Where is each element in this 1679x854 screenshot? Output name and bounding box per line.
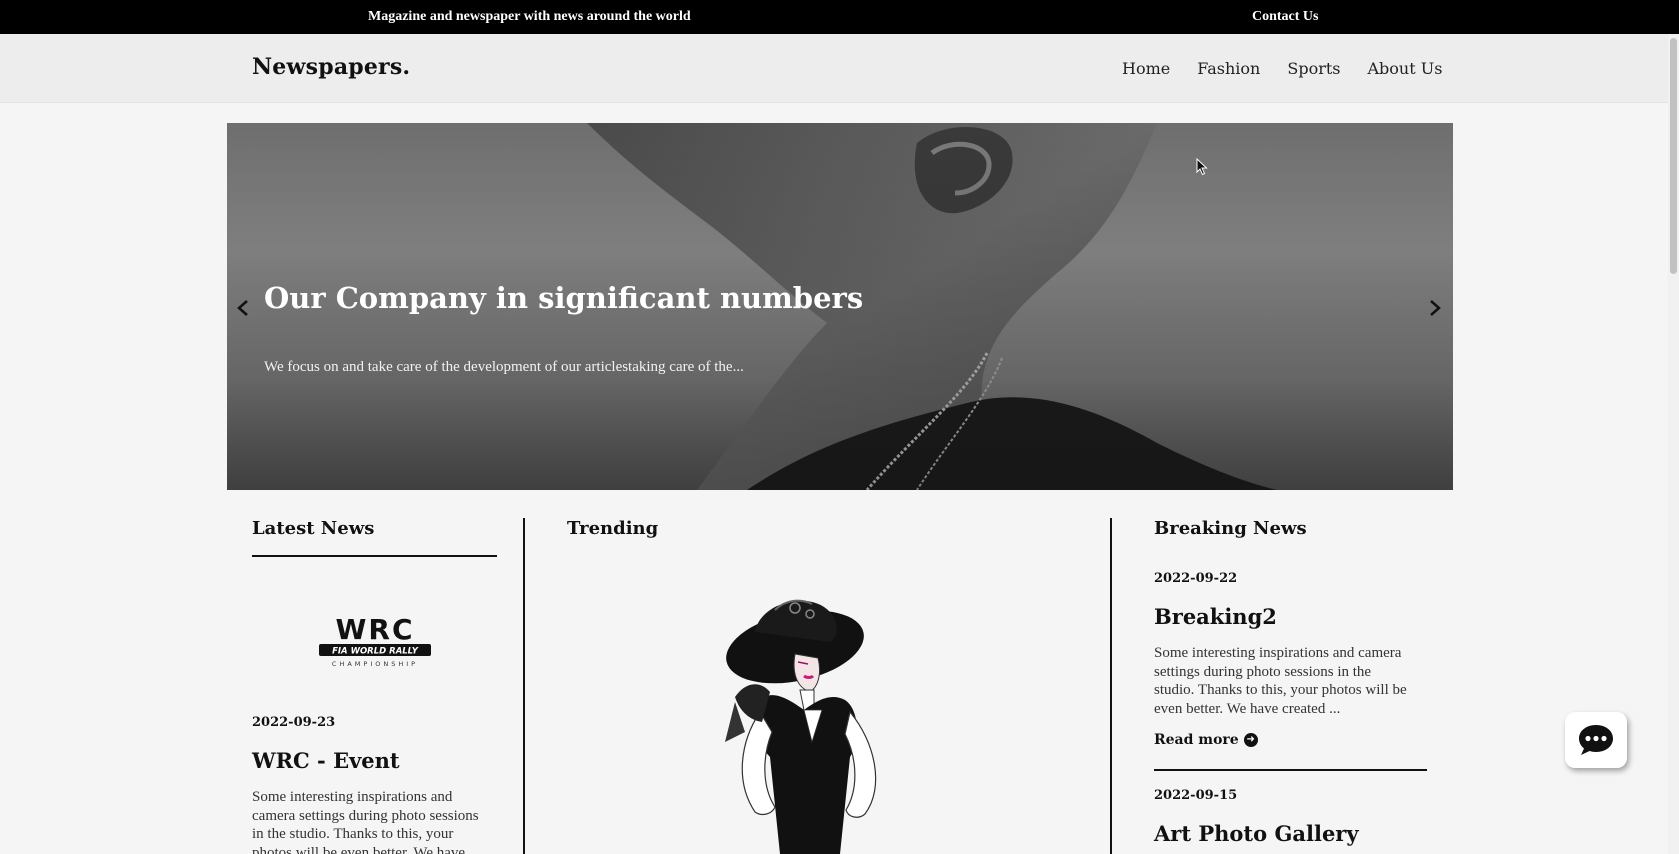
latest-news-date: 2022-09-23 — [252, 715, 336, 730]
hero-subtitle: We focus on and take care of the develop… — [264, 359, 744, 375]
column-divider-right — [1110, 518, 1112, 854]
nav-sports[interactable]: Sports — [1287, 59, 1340, 78]
wrc-logo-line2: CHAMPIONSHIP — [332, 660, 418, 668]
chevron-left-icon — [237, 300, 248, 316]
excerpt-line: settings during photo sessions in the — [1154, 663, 1372, 680]
latest-news-excerpt: Some interesting inspirations and camera… — [252, 788, 502, 854]
contact-us-link[interactable]: Contact Us — [1252, 9, 1319, 25]
excerpt-line: in the studio. Thanks to this, your — [252, 826, 454, 842]
scrollbar-thumb[interactable] — [1670, 38, 1677, 274]
top-bar: Magazine and newspaper with news around … — [0, 0, 1679, 34]
latest-news-title[interactable]: WRC - Event — [252, 748, 400, 773]
main-nav: Home Fashion Sports About Us — [1122, 59, 1469, 78]
breaking-item-excerpt: Some interesting inspirations and camera… — [1154, 644, 1434, 718]
read-more-label: Read more — [1154, 732, 1239, 748]
site-header: Newspapers. Home Fashion Sports About Us — [0, 34, 1668, 103]
arrow-circle-right-icon: ➜ — [1243, 733, 1258, 747]
chat-button[interactable] — [1565, 712, 1627, 768]
nav-home[interactable]: Home — [1122, 59, 1170, 78]
breaking-item-date: 2022-09-22 — [1154, 571, 1238, 586]
trending-fashion-image[interactable] — [700, 592, 920, 854]
page-scrollbar[interactable] — [1668, 34, 1679, 854]
wrc-logo-line1: FIA WORLD RALLY — [332, 647, 419, 657]
nav-fashion[interactable]: Fashion — [1197, 59, 1260, 78]
wrc-logo-text: WRC — [336, 615, 415, 646]
hero-title: Our Company in significant numbers — [264, 281, 864, 315]
trending-heading: Trending — [567, 518, 659, 539]
excerpt-line: camera settings during photo sessions — [252, 807, 479, 824]
wrc-logo-image[interactable]: WRC FIA WORLD RALLY CHAMPIONSHIP — [315, 615, 435, 671]
latest-news-rule — [252, 555, 497, 557]
breaking-item-rule — [1154, 769, 1427, 771]
read-more-link[interactable]: Read more ➜ — [1154, 732, 1258, 748]
nav-about-us[interactable]: About Us — [1367, 59, 1442, 78]
excerpt-line: even better. We have created ... — [1154, 700, 1341, 717]
carousel-next-button[interactable] — [1423, 293, 1447, 323]
excerpt-line: Some interesting inspirations and camera — [1154, 645, 1402, 661]
carousel-prev-button[interactable] — [231, 293, 255, 323]
excerpt-line: Some interesting inspirations and — [252, 789, 453, 805]
column-divider-left — [523, 518, 525, 854]
breaking-news-heading: Breaking News — [1154, 518, 1307, 539]
excerpt-line: studio. Thanks to this, your photos will… — [1154, 682, 1407, 698]
tagline: Magazine and newspaper with news around … — [368, 9, 691, 24]
mouse-cursor-icon — [1196, 158, 1208, 176]
chevron-right-icon — [1430, 300, 1441, 316]
chat-bubble-icon — [1579, 725, 1613, 755]
breaking-item-title[interactable]: Breaking2 — [1154, 604, 1277, 629]
excerpt-line: photos will be even better. We have — [252, 844, 466, 854]
breaking-item-title[interactable]: Art Photo Gallery — [1154, 821, 1359, 846]
latest-news-heading: Latest News — [252, 518, 375, 539]
breaking-item-date: 2022-09-15 — [1154, 788, 1238, 803]
site-logo[interactable]: Newspapers. — [252, 54, 410, 80]
hero-carousel: Our Company in significant numbers We fo… — [227, 123, 1453, 490]
